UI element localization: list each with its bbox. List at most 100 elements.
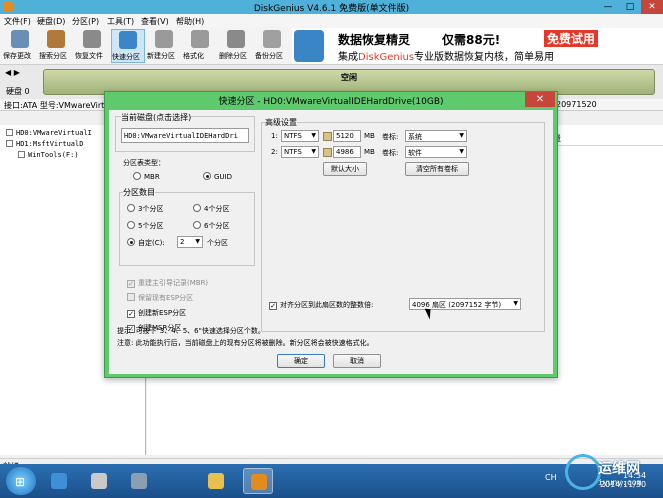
backup-icon bbox=[263, 30, 281, 48]
size-spin-icon bbox=[323, 148, 332, 157]
current-disk-selector[interactable]: HD0:VMwareVirtualIDEHardDri bbox=[121, 128, 249, 143]
quick-partition-dialog: 快速分区 - HD0:VMwareVirtualIDEHardDrive(10G… bbox=[104, 91, 558, 378]
rebuild-mbr-checkbox[interactable]: ✓ 重建主引导记录(MBR) bbox=[127, 278, 208, 288]
dialog-body: 当前磁盘(点击选择) HD0:VMwareVirtualIDEHardDri 分… bbox=[109, 110, 553, 374]
menu-file[interactable]: 文件(F) bbox=[4, 16, 31, 27]
watermark-logo-icon bbox=[565, 454, 601, 490]
three-partitions-radio[interactable]: 3个分区 bbox=[127, 204, 163, 214]
menu-view[interactable]: 查看(V) bbox=[141, 16, 169, 27]
row1-size-unit: MB bbox=[364, 132, 375, 140]
row1-volume-label-select[interactable]: 系统 ▼ bbox=[405, 130, 467, 142]
new-partition-button[interactable]: 新建分区 bbox=[147, 29, 181, 63]
maximize-button[interactable]: □ bbox=[619, 0, 641, 14]
quick-partition-icon bbox=[119, 31, 137, 49]
four-partitions-radio[interactable]: 4个分区 bbox=[193, 204, 229, 214]
quick-partition-button[interactable]: 快速分区 bbox=[111, 29, 145, 63]
current-disk-title: 当前磁盘(点击选择) bbox=[121, 112, 192, 123]
ie-icon bbox=[51, 473, 67, 489]
tree-item-wintools[interactable]: WinTools(F:) bbox=[18, 151, 79, 159]
disk-label: 硬盘 0 bbox=[6, 87, 30, 96]
start-button[interactable]: ⊞ bbox=[6, 467, 36, 495]
expand-icon[interactable] bbox=[6, 129, 13, 136]
minimize-button[interactable]: — bbox=[597, 0, 619, 14]
menu-tools[interactable]: 工具(T) bbox=[107, 16, 134, 27]
row2-size-input[interactable]: 4986 bbox=[333, 146, 361, 158]
clear-volume-labels-button[interactable]: 清空所有卷标 bbox=[405, 162, 469, 176]
tree-item-hd0[interactable]: HD0:VMwareVirtualI bbox=[6, 129, 92, 137]
mbr-radio[interactable]: MBR bbox=[133, 172, 160, 181]
ad-trial-badge[interactable]: 免费试用 bbox=[544, 30, 599, 47]
taskbar-ie[interactable] bbox=[44, 468, 74, 494]
guid-radio[interactable]: GUID bbox=[203, 172, 232, 181]
free-space-label: 空闲 bbox=[341, 73, 357, 82]
shield-logo-icon bbox=[294, 30, 324, 62]
checkbox-indicator: ✓ bbox=[127, 280, 135, 288]
expand-icon[interactable] bbox=[6, 140, 13, 147]
recover-icon bbox=[83, 30, 101, 48]
checkbox-indicator: ✓ bbox=[269, 302, 277, 310]
checkbox-indicator: ✓ bbox=[127, 310, 135, 318]
align-partitions-checkbox[interactable]: ✓ 对齐分区到此扇区数的整数倍: bbox=[269, 300, 373, 310]
keep-esp-checkbox[interactable]: 保留现有ESP分区 bbox=[127, 293, 193, 303]
format-icon bbox=[191, 30, 209, 48]
partition-count-title: 分区数目 bbox=[123, 187, 155, 198]
custom-partitions-radio[interactable]: 自定(C): bbox=[127, 238, 165, 248]
taskbar-devices[interactable] bbox=[124, 468, 154, 494]
dialog-close-button[interactable]: ✕ bbox=[525, 92, 555, 107]
disk-nav-arrows[interactable]: ◀ ▶ bbox=[5, 68, 20, 77]
menu-partition[interactable]: 分区(P) bbox=[72, 16, 99, 27]
explorer-icon bbox=[208, 473, 224, 489]
six-partitions-radio[interactable]: 6个分区 bbox=[193, 221, 229, 231]
window-title: DiskGenius V4.6.1 免费版(单文件版) bbox=[253, 4, 410, 14]
row2-size-unit: MB bbox=[364, 148, 375, 156]
advertisement-banner[interactable]: 数据恢复精灵 仅需88元! 免费试用 集成DiskGenius专业版数据恢复内核… bbox=[292, 28, 663, 64]
menu-bar: 文件(F) 硬盘(D) 分区(P) 工具(T) 查看(V) 帮助(H) bbox=[0, 14, 663, 27]
taskbar-diskgenius[interactable] bbox=[243, 468, 273, 494]
row2-volume-label-select[interactable]: 软件 ▼ bbox=[405, 146, 467, 158]
input-language[interactable]: CH bbox=[545, 473, 557, 482]
close-button[interactable]: ✕ bbox=[641, 0, 663, 14]
drive-icon bbox=[18, 151, 25, 158]
five-partitions-radio[interactable]: 5个分区 bbox=[127, 221, 163, 231]
menu-disk[interactable]: 硬盘(D) bbox=[37, 16, 65, 27]
format-button[interactable]: 格式化 bbox=[183, 29, 217, 63]
search-icon bbox=[47, 30, 65, 48]
custom-count-suffix: 个分区 bbox=[207, 239, 228, 247]
hint-text: 提示: 可按下"3、4、5、6"快速选择分区个数。 bbox=[117, 327, 265, 335]
diskgenius-icon bbox=[251, 474, 267, 490]
backup-partition-button[interactable]: 备份分区 bbox=[255, 29, 289, 63]
delete-partition-button[interactable]: 删除分区 bbox=[219, 29, 253, 63]
recover-files-button[interactable]: 恢复文件 bbox=[75, 29, 109, 63]
server-manager-icon bbox=[91, 473, 107, 489]
radio-indicator bbox=[127, 221, 135, 229]
ok-button[interactable]: 确定 bbox=[277, 354, 325, 368]
watermark-name: 运维网 bbox=[598, 461, 640, 477]
dialog-title: 快速分区 - HD0:VMwareVirtualIDEHardDrive(10G… bbox=[218, 97, 444, 107]
save-changes-button[interactable]: 保存更改 bbox=[3, 29, 37, 63]
row2-label-caption: 卷标: bbox=[382, 149, 399, 157]
chevron-down-icon: ▼ bbox=[195, 238, 200, 245]
row2-index: 2: bbox=[271, 148, 278, 156]
disk-sector-info: 20971520 bbox=[556, 100, 597, 109]
site-watermark: 运维网 iyunv.com bbox=[565, 452, 661, 496]
windows-taskbar: ⊞ CH 14:34 2014/11/30 bbox=[0, 464, 663, 498]
delete-partition-icon bbox=[227, 30, 245, 48]
radio-indicator bbox=[203, 172, 211, 180]
radio-indicator bbox=[127, 238, 135, 246]
default-size-button[interactable]: 默认大小 bbox=[323, 162, 367, 176]
tree-item-hd1[interactable]: HD1:MsftVirtualD bbox=[6, 140, 83, 148]
taskbar-explorer[interactable] bbox=[201, 468, 231, 494]
taskbar-server-manager[interactable] bbox=[84, 468, 114, 494]
row2-fs-select[interactable]: NTFS ▼ bbox=[281, 146, 319, 158]
cancel-button[interactable]: 取消 bbox=[333, 354, 381, 368]
row1-fs-select[interactable]: NTFS ▼ bbox=[281, 130, 319, 142]
menu-help[interactable]: 帮助(H) bbox=[176, 16, 204, 27]
search-partition-button[interactable]: 搜索分区 bbox=[39, 29, 73, 63]
custom-count-select[interactable]: 2 ▼ bbox=[177, 236, 203, 248]
row1-size-input[interactable]: 5120 bbox=[333, 130, 361, 142]
create-esp-checkbox[interactable]: ✓ 创建新ESP分区 bbox=[127, 308, 186, 318]
chevron-down-icon: ▼ bbox=[459, 132, 464, 139]
windows-logo-icon: ⊞ bbox=[15, 475, 26, 489]
save-icon bbox=[11, 30, 29, 48]
chevron-down-icon: ▼ bbox=[459, 148, 464, 155]
